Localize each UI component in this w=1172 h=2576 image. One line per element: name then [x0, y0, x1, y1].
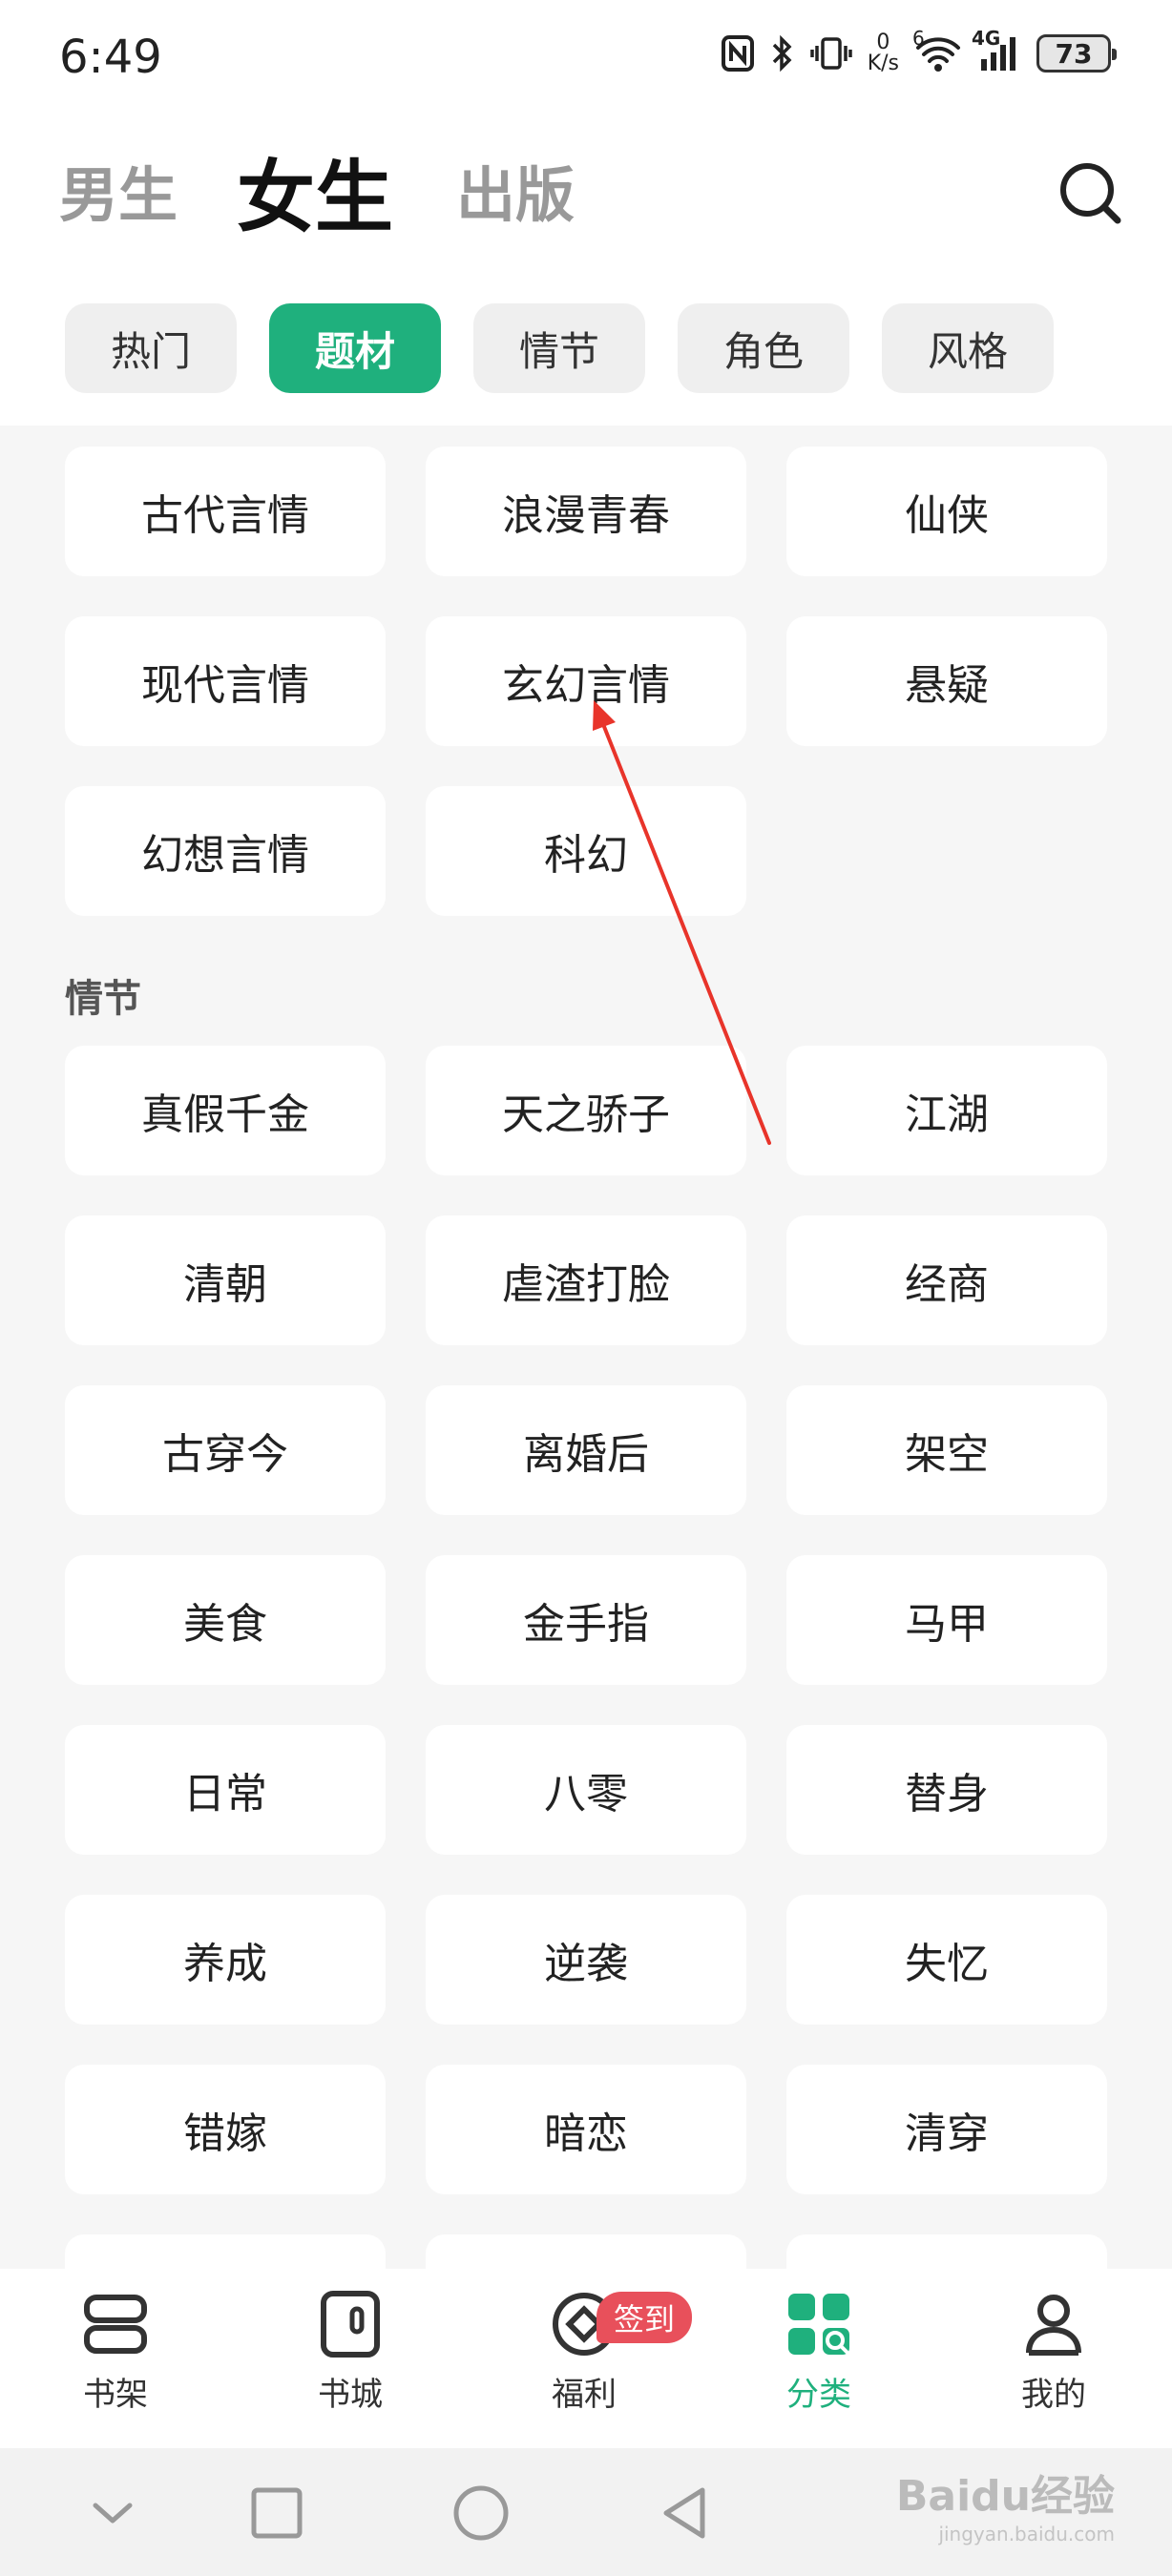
category-item[interactable]: 错嫁 — [65, 2065, 386, 2194]
nav-welfare[interactable]: 福利 签到 — [513, 2290, 693, 2433]
category-item[interactable]: 日常 — [65, 1725, 386, 1855]
nfc-icon — [721, 35, 754, 72]
category-item[interactable]: 养成 — [65, 1895, 386, 2025]
watermark-text: Baidu经验 — [895, 2472, 1115, 2521]
gender-tabs: 男生 女生 出版 — [0, 105, 1172, 277]
nav-label: 分类 — [786, 2376, 851, 2414]
category-item[interactable]: 失忆 — [786, 1895, 1107, 2025]
category-item[interactable]: 古穿今 — [65, 1385, 386, 1515]
search-button[interactable] — [1057, 160, 1124, 227]
category-item[interactable]: 科幻 — [426, 786, 746, 916]
nav-label: 福利 — [552, 2376, 617, 2414]
category-item[interactable]: 清穿 — [786, 2065, 1107, 2194]
nav-label: 书城 — [318, 2376, 383, 2414]
net-speed-unit: K/s — [867, 52, 899, 75]
chip-style[interactable]: 风格 — [882, 303, 1054, 393]
category-item[interactable]: 玄幻言情 — [426, 616, 746, 746]
tab-female[interactable]: 女生 — [237, 134, 393, 247]
category-item[interactable]: 现代言情 — [65, 616, 386, 746]
search-icon — [1060, 163, 1121, 224]
bottom-nav: 书架 书城 福利 签到 分类 我的 — [0, 2269, 1172, 2448]
net-speed-value: 0 — [876, 31, 890, 54]
category-item[interactable]: 金手指 — [426, 1555, 746, 1685]
home-circle-icon[interactable] — [450, 2483, 512, 2544]
category-item[interactable]: 美食 — [65, 1555, 386, 1685]
category-item[interactable]: 江湖 — [786, 1046, 1107, 1175]
section-title-plot: 情节 — [65, 977, 141, 1021]
cell-signal: 4G — [972, 27, 1021, 73]
category-item[interactable]: 真假千金 — [65, 1046, 386, 1175]
watermark: Baidu经验 jingyan.baidu.com — [896, 2462, 1115, 2545]
nav-category[interactable]: 分类 — [747, 2290, 890, 2433]
bookshelf-icon — [84, 2295, 147, 2354]
profile-icon — [1026, 2295, 1081, 2356]
nav-bookstore[interactable]: 书城 — [279, 2290, 422, 2433]
category-item[interactable]: 虐渣打脸 — [426, 1215, 746, 1345]
bookstore-icon — [321, 2291, 380, 2358]
net-speed: 0 K/s — [868, 32, 899, 74]
back-triangle-icon[interactable] — [655, 2483, 716, 2544]
category-item[interactable]: 替身 — [786, 1725, 1107, 1855]
checkin-badge[interactable]: 签到 — [596, 2292, 693, 2343]
nav-bookshelf[interactable]: 书架 — [44, 2290, 187, 2433]
category-item[interactable]: 浪漫青春 — [426, 447, 746, 576]
category-item[interactable]: 离婚后 — [426, 1385, 746, 1515]
vibrate-icon — [809, 37, 852, 70]
chevron-down-icon[interactable] — [82, 2483, 143, 2544]
status-bar: 6:49 0 K/s 6 4G 73 — [0, 0, 1172, 105]
category-item[interactable]: 幻想言情 — [65, 786, 386, 916]
chip-role[interactable]: 角色 — [678, 303, 849, 393]
nav-profile[interactable]: 我的 — [982, 2290, 1125, 2433]
category-item[interactable]: 古代言情 — [65, 447, 386, 576]
wifi-indicator: 6 — [912, 27, 962, 73]
nav-label: 书架 — [83, 2376, 148, 2414]
category-item-partial[interactable] — [426, 2234, 746, 2269]
recents-square-icon[interactable] — [246, 2483, 307, 2544]
status-icons: 0 K/s 6 4G 73 — [721, 27, 1117, 74]
category-item[interactable]: 天之骄子 — [426, 1046, 746, 1175]
category-icon — [788, 2294, 849, 2355]
category-item-partial[interactable] — [65, 2234, 386, 2269]
wifi-label: 6 — [912, 27, 925, 50]
category-item[interactable]: 仙侠 — [786, 447, 1107, 576]
status-time: 6:49 — [59, 31, 162, 84]
watermark-sub: jingyan.baidu.com — [938, 2523, 1115, 2545]
category-item[interactable]: 架空 — [786, 1385, 1107, 1515]
bluetooth-icon — [772, 34, 792, 73]
system-nav-bar: Baidu经验 jingyan.baidu.com — [0, 2448, 1172, 2576]
chip-plot[interactable]: 情节 — [473, 303, 645, 393]
chip-hot[interactable]: 热门 — [65, 303, 237, 393]
category-item[interactable]: 八零 — [426, 1725, 746, 1855]
filter-chips: 热门 题材 情节 角色 风格 — [0, 277, 1172, 426]
category-item[interactable]: 逆袭 — [426, 1895, 746, 2025]
tab-publish[interactable]: 出版 — [456, 147, 575, 233]
category-item[interactable]: 清朝 — [65, 1215, 386, 1345]
battery-indicator: 73 — [1036, 34, 1117, 73]
signal-label: 4G — [972, 27, 1001, 50]
category-list[interactable]: 古代言情 浪漫青春 仙侠 现代言情 玄幻言情 悬疑 幻想言情 科幻 情节 真假千… — [0, 426, 1172, 2269]
category-item[interactable]: 经商 — [786, 1215, 1107, 1345]
category-item[interactable]: 悬疑 — [786, 616, 1107, 746]
nav-label: 我的 — [1021, 2376, 1086, 2414]
category-item[interactable]: 马甲 — [786, 1555, 1107, 1685]
category-item[interactable]: 暗恋 — [426, 2065, 746, 2194]
tab-male[interactable]: 男生 — [59, 147, 178, 233]
category-item-partial[interactable] — [786, 2234, 1107, 2269]
chip-topic[interactable]: 题材 — [269, 303, 441, 393]
